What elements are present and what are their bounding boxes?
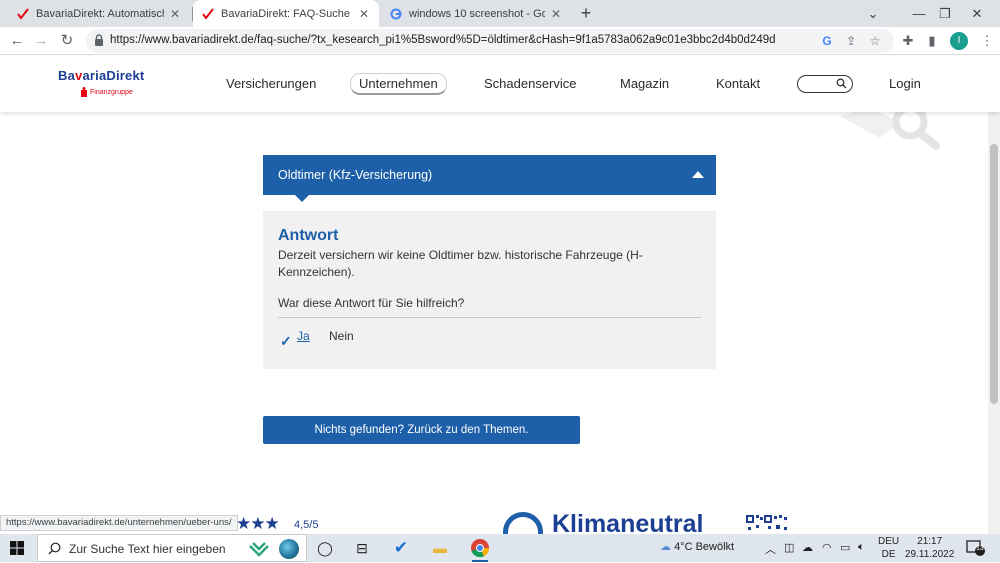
tab-title: windows 10 screenshot - Google xyxy=(409,7,545,20)
notification-center-icon[interactable]: 13 xyxy=(966,539,986,557)
search-highlight-icon[interactable] xyxy=(248,538,270,560)
faq-answer-panel: Antwort Derzeit versichern wir keine Old… xyxy=(263,211,716,369)
google-icon xyxy=(389,7,403,21)
helpful-prompt: War diese Antwort für Sie hilfreich? xyxy=(278,296,465,310)
tab-title: BavariaDirekt: FAQ-Suche xyxy=(221,7,350,20)
faq-question-header[interactable]: Oldtimer (Kfz-Versicherung) xyxy=(263,155,716,202)
bavaria-check-icon xyxy=(16,7,30,21)
globe-icon[interactable] xyxy=(279,539,299,559)
nav-magazin[interactable]: Magazin xyxy=(620,76,669,91)
more-menu-icon[interactable]: ⋮ xyxy=(977,31,997,51)
reload-icon[interactable]: ↻ xyxy=(57,31,77,51)
speaker-icon[interactable]: 🔈︎ xyxy=(858,541,865,554)
clock-time: 21:17 xyxy=(917,536,943,547)
nav-kontakt[interactable]: Kontakt xyxy=(716,76,760,91)
browser-tab-strip: BavariaDirekt: Automatische Abm ✕ Bavari… xyxy=(0,0,1000,27)
todo-check-icon[interactable]: ✔ xyxy=(391,538,411,558)
task-view-icon[interactable]: ◯ xyxy=(315,538,335,558)
close-icon[interactable]: ✕ xyxy=(168,7,182,21)
system-clock[interactable]: 21:17 29.11.2022 xyxy=(905,535,954,561)
status-bar-url: https://www.bavariadirekt.de/unternehmen… xyxy=(0,515,238,531)
onedrive-cloud-icon[interactable]: ☁ xyxy=(802,541,813,554)
chevron-down-icon[interactable]: ⌄ xyxy=(850,0,896,27)
window-close-icon[interactable]: ✕ xyxy=(954,0,1000,27)
qr-code-icon xyxy=(746,515,787,530)
input-language[interactable]: DEU DE xyxy=(878,535,899,561)
widgets-icon[interactable]: ⊟ xyxy=(352,538,372,558)
answer-text: Derzeit versichern wir keine Oldtimer bz… xyxy=(278,248,643,279)
battery-icon[interactable]: ▭ xyxy=(840,541,850,554)
bavariadirekt-logo[interactable]: BavariaDirekt Finanzgruppe xyxy=(58,68,145,97)
page-scrollbar[interactable] xyxy=(988,56,1000,534)
nav-versicherungen[interactable]: Versicherungen xyxy=(226,76,316,91)
scrollbar-thumb[interactable] xyxy=(990,144,998,404)
decorative-search-icon xyxy=(840,112,940,150)
close-icon[interactable]: ✕ xyxy=(357,7,371,21)
search-icon[interactable] xyxy=(836,78,847,89)
nav-schadenservice[interactable]: Schadenservice xyxy=(484,76,577,91)
rating-value: 4,5/5 xyxy=(294,519,319,531)
url-text: https://www.bavariadirekt.de/faq-suche/?… xyxy=(110,34,776,46)
taskbar-search-input[interactable]: Zur Suche Text hier eingeben xyxy=(37,534,307,562)
windows-taskbar: Zur Suche Text hier eingeben ◯ ⊟ ✔ ▬ ☁ 4… xyxy=(0,534,1000,562)
klimaneutral-logo-icon xyxy=(503,512,543,534)
chevron-up-icon[interactable] xyxy=(692,171,704,178)
file-explorer-icon[interactable]: ▬ xyxy=(430,538,450,558)
extensions-icon[interactable]: ✚ xyxy=(898,31,918,51)
lock-icon xyxy=(95,34,103,46)
chrome-icon[interactable] xyxy=(470,538,490,562)
tab-bavaria-abmeldung[interactable]: BavariaDirekt: Automatische Abm ✕ xyxy=(8,0,190,27)
chevron-up-icon[interactable]: ︿ xyxy=(765,541,776,557)
meet-now-icon[interactable]: ◫ xyxy=(784,541,794,554)
site-search-input[interactable] xyxy=(797,75,853,93)
tab-title: BavariaDirekt: Automatische Abm xyxy=(36,7,164,20)
back-arrow-icon[interactable]: ← xyxy=(7,31,27,51)
avatar[interactable]: I xyxy=(950,32,968,50)
bookmark-star-icon[interactable]: ☆ xyxy=(868,34,882,48)
cloud-icon: ☁ xyxy=(660,541,671,553)
clock-date: 29.11.2022 xyxy=(905,549,955,560)
logo-wordmark: BavariaDirekt xyxy=(58,68,145,83)
search-icon xyxy=(48,542,61,555)
browser-toolbar: ← → ↻ https://www.bavariadirekt.de/faq-s… xyxy=(0,27,1000,55)
faq-question: Oldtimer (Kfz-Versicherung) xyxy=(278,168,433,182)
site-header: BavariaDirekt Finanzgruppe Versicherunge… xyxy=(0,56,1000,112)
forward-arrow-icon[interactable]: → xyxy=(31,31,51,51)
rating-stars-icon: ★★★ xyxy=(236,514,280,533)
tab-faq-suche[interactable]: BavariaDirekt: FAQ-Suche ✕ xyxy=(193,0,379,27)
back-to-topics-button[interactable]: Nichts gefunden? Zurück zu den Themen. xyxy=(263,416,580,444)
share-icon[interactable]: ⇪ xyxy=(844,34,858,48)
main-content: Oldtimer (Kfz-Versicherung) Antwort Derz… xyxy=(0,112,988,512)
side-panel-icon[interactable]: ▮ xyxy=(922,31,942,51)
bavaria-check-icon xyxy=(201,7,215,21)
weather-widget[interactable]: ☁ 4°C Bewölkt xyxy=(660,540,734,553)
logo-subtitle: Finanzgruppe xyxy=(90,89,133,96)
header-pointer xyxy=(295,195,309,202)
tab-google-search[interactable]: windows 10 screenshot - Google ✕ xyxy=(381,0,571,27)
checkmark-icon: ✓ xyxy=(280,333,292,349)
helpful-no-link[interactable]: Nein xyxy=(329,329,354,343)
address-bar[interactable]: https://www.bavariadirekt.de/faq-suche/?… xyxy=(86,29,894,53)
notification-count: 13 xyxy=(976,545,984,552)
taskbar-search-placeholder: Zur Suche Text hier eingeben xyxy=(69,542,226,556)
wifi-icon[interactable]: ◠ xyxy=(822,541,832,554)
google-translate-icon[interactable]: G xyxy=(820,34,834,48)
klimaneutral-text: Klimaneutral xyxy=(552,512,704,534)
helpful-yes-link[interactable]: Ja xyxy=(297,329,310,343)
close-icon[interactable]: ✕ xyxy=(549,7,563,21)
new-tab-button[interactable]: + xyxy=(576,3,596,23)
login-link[interactable]: Login xyxy=(889,76,921,91)
nav-unternehmen[interactable]: Unternehmen xyxy=(350,73,447,95)
weather-text: 4°C Bewölkt xyxy=(674,541,735,553)
answer-heading: Antwort xyxy=(278,227,339,244)
divider xyxy=(278,317,701,318)
windows-start-icon[interactable] xyxy=(10,541,24,555)
sparkasse-icon xyxy=(81,87,87,97)
